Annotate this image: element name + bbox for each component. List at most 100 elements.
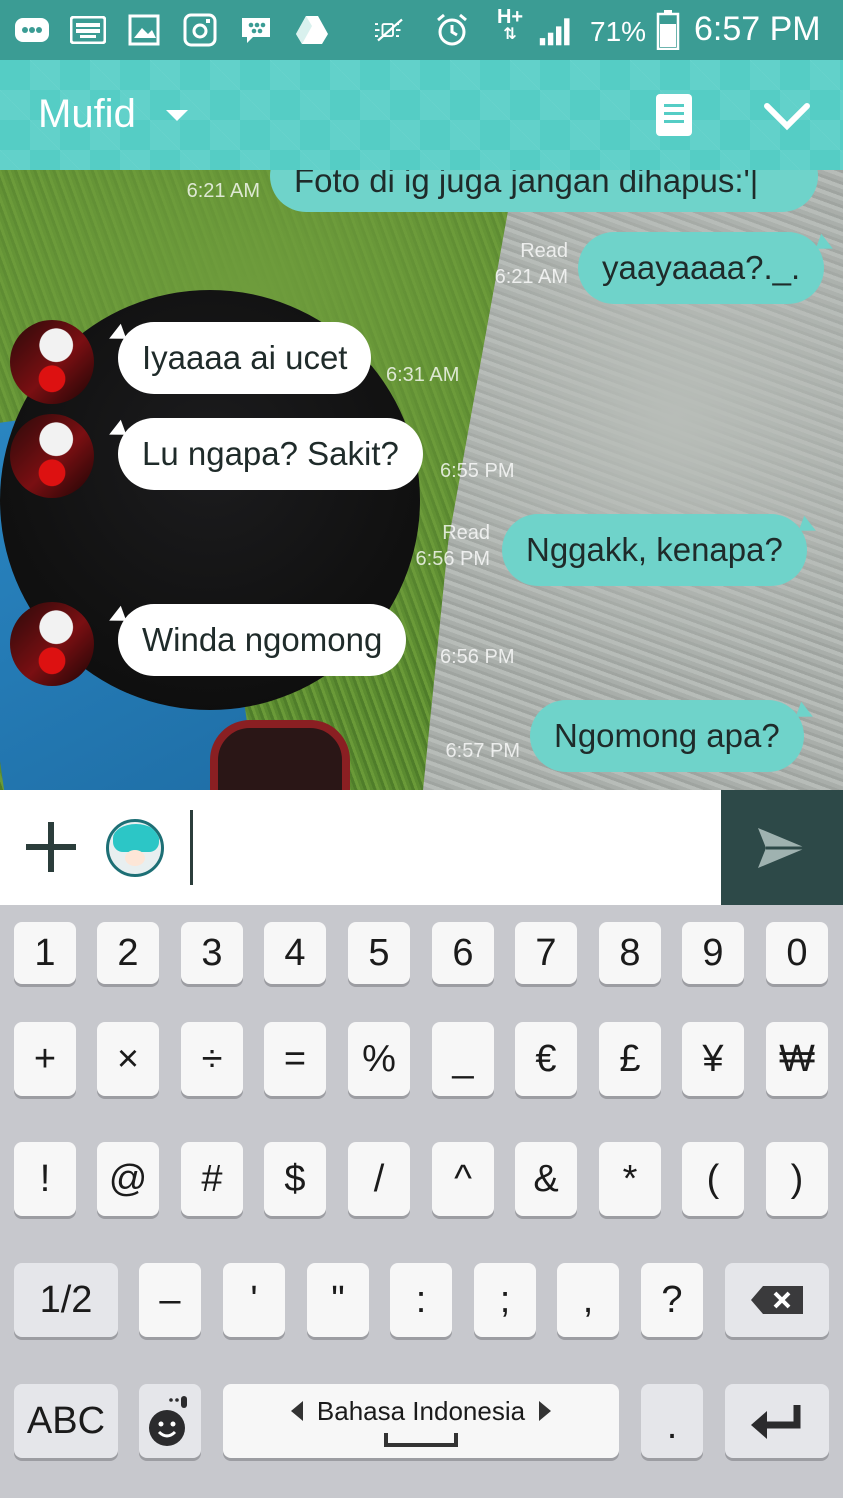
instagram-icon — [182, 12, 218, 48]
avatar[interactable] — [10, 602, 94, 686]
key-hash[interactable]: # — [181, 1142, 243, 1216]
message-text: Iyaaaa ai ucet — [142, 339, 348, 376]
space-key[interactable]: Bahasa Indonesia — [223, 1384, 619, 1458]
send-button[interactable] — [721, 790, 843, 905]
key-yen[interactable]: ¥ — [682, 1022, 744, 1096]
message-bubble-outgoing[interactable]: Foto di ig juga jangan dihapus:'| — [270, 170, 818, 212]
avatar[interactable] — [10, 320, 94, 404]
message-composer — [0, 790, 721, 905]
key-label: ; — [499, 1278, 511, 1321]
key-label: £ — [619, 1037, 641, 1080]
key-dash[interactable]: – — [139, 1263, 201, 1337]
key-plus[interactable]: + — [14, 1022, 76, 1096]
key-underscore[interactable]: _ — [432, 1022, 494, 1096]
network-type: H+ — [496, 6, 524, 28]
key-9[interactable]: 9 — [682, 922, 744, 984]
emoji-mic-icon — [149, 1396, 187, 1446]
chevron-down-icon[interactable] — [764, 98, 810, 132]
battery-icon — [650, 10, 686, 50]
key-8[interactable]: 8 — [599, 922, 661, 984]
key-percent[interactable]: % — [348, 1022, 410, 1096]
key-label: ! — [39, 1157, 51, 1200]
key-label: = — [283, 1037, 307, 1080]
message-icon — [14, 12, 50, 48]
key-dollar[interactable]: $ — [264, 1142, 326, 1216]
dropdown-caret-icon[interactable] — [166, 110, 188, 121]
key-3[interactable]: 3 — [181, 922, 243, 984]
key-apostrophe[interactable]: ' — [223, 1263, 285, 1337]
backspace-key[interactable] — [725, 1263, 829, 1337]
message-bubble-incoming[interactable]: Lu ngapa? Sakit? — [118, 418, 423, 490]
key-exclamation[interactable]: ! — [14, 1142, 76, 1216]
key-label: 4 — [284, 931, 306, 974]
image-icon — [126, 12, 162, 48]
clock: 6:57 PM — [694, 10, 821, 48]
key-label: # — [201, 1157, 223, 1200]
key-divide[interactable]: ÷ — [181, 1022, 243, 1096]
key-semicolon[interactable]: ; — [474, 1263, 536, 1337]
status-bar: H+ ⇅ 71% 6:57 PM — [0, 0, 843, 60]
key-label: ¥ — [702, 1037, 724, 1080]
key-6[interactable]: 6 — [432, 922, 494, 984]
key-5[interactable]: 5 — [348, 922, 410, 984]
key-label: : — [415, 1278, 427, 1321]
message-bubble-outgoing[interactable]: yaayaaaa?._. — [578, 232, 825, 304]
message-input[interactable] — [190, 810, 710, 885]
key-label: 3 — [201, 931, 223, 974]
key-close-paren[interactable]: ) — [766, 1142, 828, 1216]
key-7[interactable]: 7 — [515, 922, 577, 984]
key-ampersand[interactable]: & — [515, 1142, 577, 1216]
key-slash[interactable]: / — [348, 1142, 410, 1216]
enter-key[interactable] — [725, 1384, 829, 1458]
key-question[interactable]: ? — [641, 1263, 703, 1337]
key-2[interactable]: 2 — [97, 922, 159, 984]
chat-messages[interactable]: Foto di ig juga jangan dihapus:'| 6:21 A… — [0, 170, 843, 790]
send-icon — [758, 827, 806, 868]
key-quote[interactable]: " — [307, 1263, 369, 1337]
chat-title[interactable]: Mufid — [38, 92, 136, 137]
sticker-icon[interactable] — [106, 819, 164, 877]
hplus-data-icon: H+ ⇅ — [496, 6, 524, 43]
key-multiply[interactable]: × — [97, 1022, 159, 1096]
message-meta: 6:21 AM — [140, 178, 260, 204]
avatar[interactable] — [10, 414, 94, 498]
key-open-paren[interactable]: ( — [682, 1142, 744, 1216]
key-period[interactable]: . — [641, 1384, 703, 1458]
battery-percent: 71% — [590, 16, 647, 47]
message-text: Winda ngomong — [142, 621, 383, 658]
key-label: 5 — [368, 931, 390, 974]
chat-background-bag — [210, 720, 350, 790]
key-label: ^ — [454, 1157, 472, 1200]
key-0[interactable]: 0 — [766, 922, 828, 984]
message-bubble-outgoing[interactable]: Nggakk, kenapa? — [502, 514, 807, 586]
key-page-toggle[interactable]: 1/2 — [14, 1263, 118, 1337]
key-won[interactable]: ₩ — [766, 1022, 828, 1096]
message-meta: Read 6:21 AM — [448, 238, 568, 290]
enter-icon — [751, 1405, 801, 1439]
key-comma[interactable]: , — [557, 1263, 619, 1337]
mute-icon — [372, 12, 408, 48]
key-label: ( — [706, 1157, 720, 1200]
notes-icon[interactable] — [656, 94, 692, 136]
backspace-icon — [751, 1286, 803, 1314]
key-1[interactable]: 1 — [14, 922, 76, 984]
key-pound[interactable]: £ — [599, 1022, 661, 1096]
key-colon[interactable]: : — [390, 1263, 452, 1337]
plus-icon[interactable] — [26, 822, 76, 872]
message-bubble-outgoing[interactable]: Ngomong apa? — [530, 700, 804, 772]
key-equals[interactable]: = — [264, 1022, 326, 1096]
key-asterisk[interactable]: * — [599, 1142, 661, 1216]
key-euro[interactable]: € — [515, 1022, 577, 1096]
key-label: " — [331, 1278, 345, 1321]
message-text: yaayaaaa?._. — [602, 249, 801, 286]
emoji-key[interactable] — [139, 1384, 201, 1458]
key-abc[interactable]: ABC — [14, 1384, 118, 1458]
message-bubble-incoming[interactable]: Winda ngomong — [118, 604, 407, 676]
message-bubble-incoming[interactable]: Iyaaaa ai ucet — [118, 322, 372, 394]
key-at[interactable]: @ — [97, 1142, 159, 1216]
bbm-icon — [238, 12, 274, 48]
message-time: 6:55 PM — [440, 460, 515, 482]
key-4[interactable]: 4 — [264, 922, 326, 984]
key-caret[interactable]: ^ — [432, 1142, 494, 1216]
key-label: @ — [108, 1157, 148, 1200]
